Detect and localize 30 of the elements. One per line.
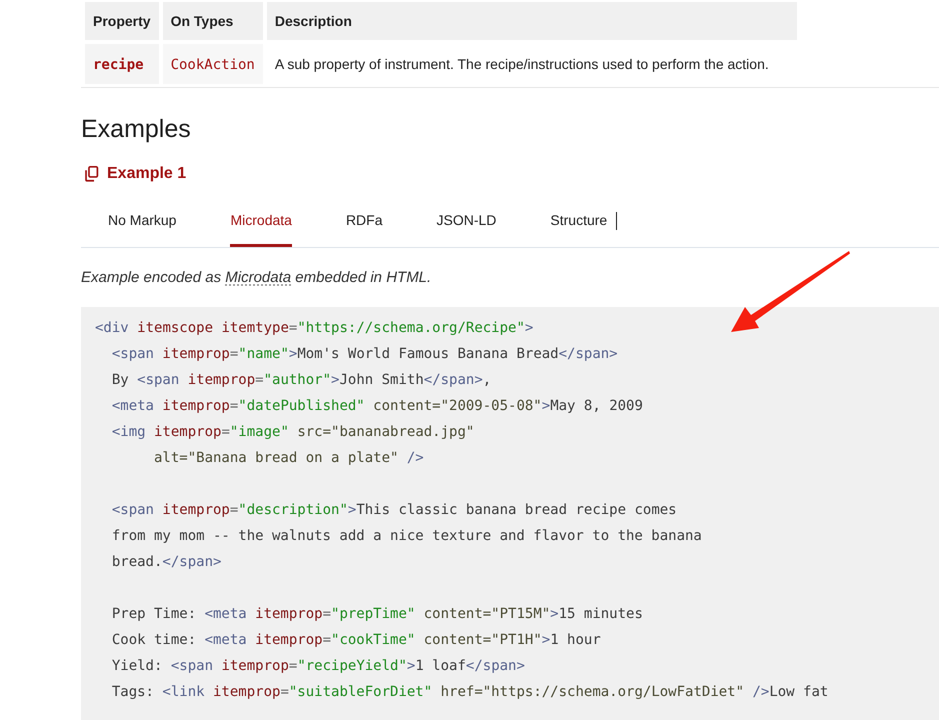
code-line: from my mom -- the walnuts add a nice texture and flavor to the banana — [112, 527, 702, 546]
description-cell-text: A sub property of instrument. The recipe/instructions used to perform the action. — [274, 55, 770, 74]
code-line: <span itemprop="description">This classic banana bread recipe comes — [112, 501, 677, 520]
code-line: Tags: <link itemprop="suitableForDiet" href="https://schema.org/LowFatDiet" />Low fat — [112, 683, 828, 702]
tab[interactable]: RDFa — [346, 200, 382, 247]
code-line: <div itemscope itemtype="https://schema.org/Recipe"> — [95, 319, 534, 338]
example-title: Example 1 — [107, 164, 186, 184]
code-line: Prep Time: <meta itemprop="prepTime" content="PT15M">15 minutes — [112, 605, 643, 624]
code-line: <meta itemprop="datePublished" content="2009-05-08">May 8, 2009 — [112, 397, 643, 416]
code-line: Cook time: <meta itemprop="cookTime" content="PT1H">1 hour — [112, 631, 601, 650]
column-header: Property — [85, 2, 159, 40]
code-line: alt="Banana bread on a plate" /> — [154, 449, 424, 468]
code-line: bread.</span> — [112, 553, 222, 572]
code-line: <img itemprop="image" src="bananabread.jpg" — [112, 423, 474, 442]
type-link[interactable]: CookAction — [170, 56, 255, 72]
code-line: Yield: <span itemprop="recipeYield">1 loaf</span> — [112, 657, 525, 676]
section-title: Examples — [81, 114, 191, 144]
tab[interactable]: Microdata — [230, 200, 292, 247]
tab[interactable]: JSON-LD — [436, 200, 496, 247]
text-caret — [616, 212, 617, 230]
copy-icon[interactable] — [84, 166, 99, 182]
microdata-link[interactable]: Microdata — [225, 269, 292, 286]
code-line: <span itemprop="name">Mom's World Famous Banana Bread</span> — [112, 345, 618, 364]
intro-text: Example encoded as Microdata embedded in HTML. — [81, 268, 432, 288]
code-line: By <span itemprop="author">John Smith</span>, — [112, 371, 492, 390]
tab[interactable]: Structure — [550, 200, 608, 247]
property-cell: recipe — [85, 44, 159, 84]
column-header: Description — [266, 2, 797, 40]
tab[interactable]: No Markup — [108, 200, 176, 247]
column-header: On Types — [162, 2, 263, 40]
